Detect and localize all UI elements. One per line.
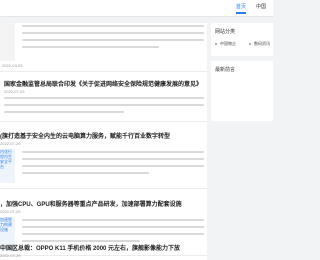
bullet-icon (249, 42, 251, 45)
article-date: 2022-07-29 (4, 89, 25, 94)
article-title[interactable]: 中国区总裁：OPPO K11 手机价格 2000 元左右，旗舰影像能力下放 (0, 243, 180, 252)
article-date: 2022-07-29 (0, 253, 21, 258)
article-summary (22, 25, 204, 59)
sidebar-title: 最新前言 (215, 67, 236, 73)
top-nav: 首页 中国 (236, 3, 276, 14)
sidebar-title: 网站分类 (215, 29, 236, 35)
article-thumbnail[interactable]: 内化行程内生安全平台 (0, 149, 15, 183)
sidebar-latest: 最新前言 (211, 61, 273, 121)
sidebar-link[interactable]: 数码资讯 (249, 41, 270, 47)
article-title[interactable]: 国家金融监管总局联合印发《关于促进网络安全保险规范健康发展的意见》 (4, 79, 202, 88)
sidebar-categories: 网站分类 中国物企 数码资讯 (211, 23, 273, 56)
nav-item-home[interactable]: 首页 (236, 4, 247, 14)
article-list: 2022-03-25 国家金融监管总局联合印发《关于促进网络安全保险规范健康发展… (0, 23, 207, 260)
article-date: 2022-03-25 (2, 63, 23, 68)
top-bar: 首页 中国 (0, 0, 273, 17)
article-date: 2022-07-29 (0, 141, 21, 146)
nav-item-china[interactable]: 中国 (256, 4, 266, 10)
article-thumbnail[interactable] (0, 23, 15, 61)
article-title[interactable]: (旗打造基于安全内生的云电脑算力服务，赋能千行百业数字转型 (0, 131, 170, 140)
article-summary (22, 151, 204, 181)
article-title[interactable]: ，加强CPU、GPU和服务器等重点产品研发，加速部署算力配套设施 (0, 199, 182, 208)
sidebar-link[interactable]: 中国物企 (215, 41, 236, 47)
article-summary (4, 97, 204, 117)
article-date: 2022-07-29 (0, 209, 21, 214)
bullet-icon (215, 42, 217, 45)
